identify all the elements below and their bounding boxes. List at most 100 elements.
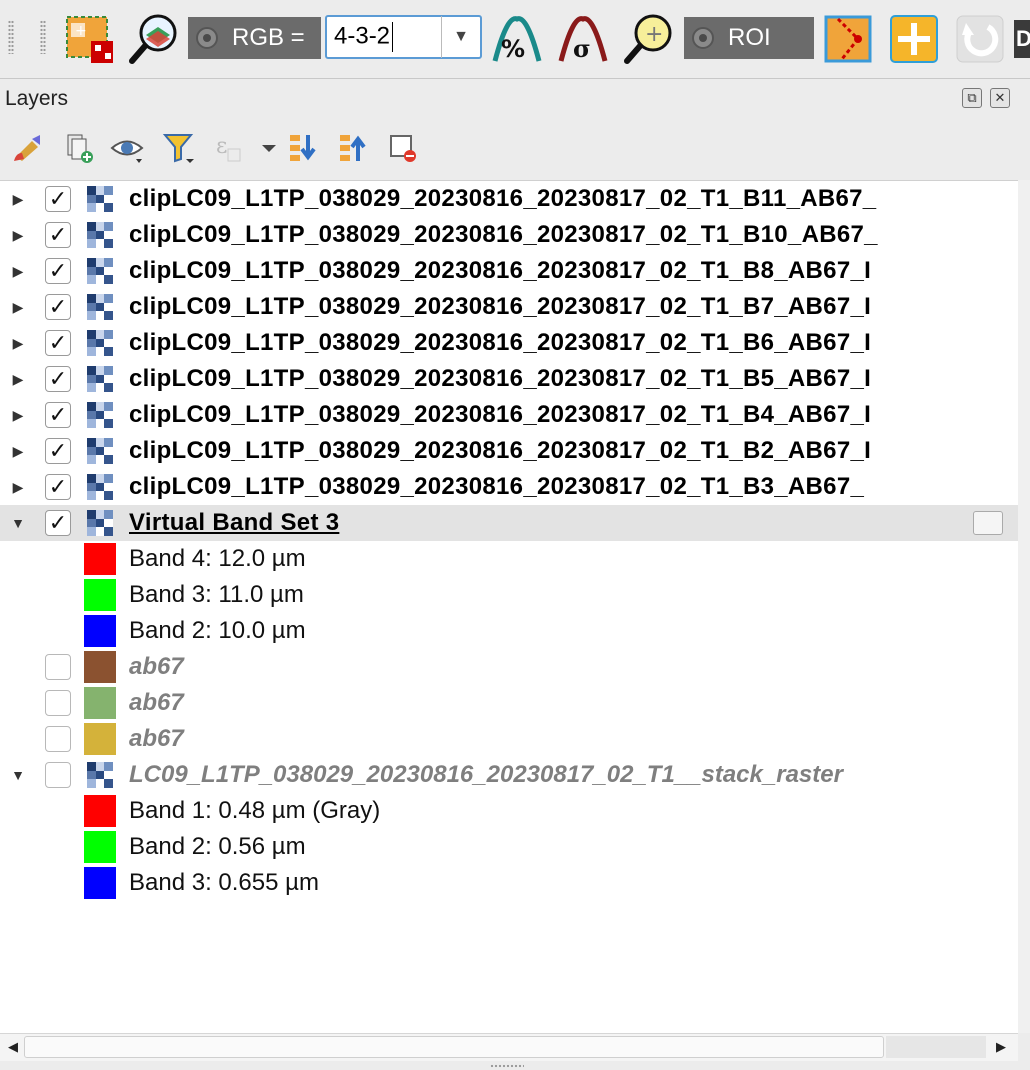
scrollbar-thumb[interactable] — [24, 1036, 884, 1058]
memory-layer-icon[interactable] — [973, 511, 1003, 535]
scrollbar-track[interactable] — [886, 1036, 986, 1058]
layer-name[interactable]: clipLC09_L1TP_038029_20230816_20230817_0… — [129, 256, 871, 286]
layer-checkbox[interactable] — [45, 654, 71, 680]
remove-layer-icon[interactable] — [386, 131, 420, 165]
rgb-combination-select[interactable]: 4-3-2 ▼ — [325, 15, 482, 59]
redo-icon[interactable] — [954, 13, 1006, 65]
layer-row[interactable]: ab67 — [0, 649, 1018, 685]
close-panel-button[interactable]: ✕ — [990, 88, 1010, 108]
chevron-down-icon[interactable]: ▼ — [442, 28, 480, 46]
layer-name[interactable]: clipLC09_L1TP_038029_20230816_20230817_0… — [129, 184, 876, 214]
filter-icon[interactable] — [162, 131, 196, 165]
rgb-toggle-button[interactable]: RGB = — [188, 17, 321, 59]
expand-all-icon[interactable] — [286, 131, 320, 165]
layer-row[interactable]: ▶ ✓ clipLC09_L1TP_038029_20230816_20230817… — [0, 217, 1018, 253]
add-icon[interactable] — [888, 13, 940, 65]
float-panel-button[interactable]: ⧉ — [962, 88, 982, 108]
toolbar-grip[interactable] — [8, 20, 14, 54]
layer-row[interactable]: ab67 — [0, 685, 1018, 721]
band-legend-item[interactable]: Band 1: 0.48 µm (Gray) — [0, 793, 1018, 829]
expand-arrow-icon[interactable]: ▶ — [9, 442, 27, 460]
layer-name[interactable]: clipLC09_L1TP_038029_20230816_20230817_0… — [129, 220, 878, 250]
layer-name[interactable]: LC09_L1TP_038029_20230816_20230817_02_T1… — [129, 760, 843, 790]
roi-toggle-button[interactable]: ROI — [684, 17, 814, 59]
layer-name[interactable]: ab67 — [129, 688, 184, 718]
zoom-layers-icon[interactable] — [128, 13, 180, 65]
layer-checkbox[interactable] — [45, 726, 71, 752]
band-legend-item[interactable]: Band 2: 0.56 µm — [0, 829, 1018, 865]
chevron-down-icon[interactable] — [252, 131, 276, 165]
percent-stretch-icon[interactable]: % — [491, 13, 543, 65]
layer-checkbox[interactable]: ✓ — [45, 222, 71, 248]
horizontal-scrollbar[interactable]: ◀ ▶ — [0, 1033, 1018, 1061]
band-legend-item[interactable]: Band 3: 11.0 µm — [0, 577, 1018, 613]
layer-row[interactable]: ▶ ✓ clipLC09_L1TP_038029_20230816_20230817… — [0, 181, 1018, 217]
rgb-value[interactable]: 4-3-2 — [334, 22, 390, 49]
toolbar-grip[interactable] — [40, 20, 46, 54]
layer-row[interactable]: ▶ ✓ clipLC09_L1TP_038029_20230816_20230817… — [0, 325, 1018, 361]
filter-expression-icon[interactable]: ε — [214, 131, 248, 165]
layer-row[interactable]: ▶ ✓ clipLC09_L1TP_038029_20230816_20230817… — [0, 469, 1018, 505]
layer-row[interactable]: ▶ ✓ clipLC09_L1TP_038029_20230816_20230817… — [0, 433, 1018, 469]
collapse-arrow-icon[interactable]: ▼ — [9, 766, 27, 784]
expand-arrow-icon[interactable]: ▶ — [9, 262, 27, 280]
layer-tree[interactable]: ▶ ✓ clipLC09_L1TP_038029_20230816_20230817… — [0, 180, 1018, 1034]
vector-color-swatch — [84, 651, 116, 683]
layer-name[interactable]: clipLC09_L1TP_038029_20230816_20230817_0… — [129, 328, 871, 358]
layer-checkbox[interactable]: ✓ — [45, 402, 71, 428]
vertical-scrollbar[interactable] — [1018, 180, 1030, 1033]
layer-name[interactable]: clipLC09_L1TP_038029_20230816_20230817_0… — [129, 400, 871, 430]
expand-arrow-icon[interactable]: ▶ — [9, 190, 27, 208]
band-legend-item[interactable]: Band 2: 10.0 µm — [0, 613, 1018, 649]
collapse-all-icon[interactable] — [336, 131, 370, 165]
layer-checkbox[interactable]: ✓ — [45, 330, 71, 356]
layer-row[interactable]: ▶ ✓ clipLC09_L1TP_038029_20230816_20230817… — [0, 397, 1018, 433]
layer-name[interactable]: ab67 — [129, 724, 184, 754]
overflow-label: D — [1016, 26, 1030, 51]
collapse-arrow-icon[interactable]: ▼ — [9, 514, 27, 532]
layer-row[interactable]: ab67 — [0, 721, 1018, 757]
layer-name[interactable]: clipLC09_L1TP_038029_20230816_20230817_0… — [129, 292, 871, 322]
band-legend-item[interactable]: Band 4: 12.0 µm — [0, 541, 1018, 577]
scroll-right-icon[interactable]: ▶ — [992, 1038, 1010, 1056]
band-color-swatch — [84, 579, 116, 611]
band-label: Band 2: 0.56 µm — [129, 833, 306, 860]
std-dev-stretch-icon[interactable]: σ — [557, 13, 609, 65]
layer-row[interactable]: ▶ ✓ clipLC09_L1TP_038029_20230816_20230817… — [0, 361, 1018, 397]
layer-checkbox[interactable] — [45, 762, 71, 788]
band-color-swatch — [84, 795, 116, 827]
layer-checkbox[interactable] — [45, 690, 71, 716]
add-group-icon[interactable] — [62, 131, 96, 165]
expand-arrow-icon[interactable]: ▶ — [9, 406, 27, 424]
layer-row-selected[interactable]: ▼ ✓ Virtual Band Set 3 — [0, 505, 1018, 541]
layer-checkbox[interactable]: ✓ — [45, 438, 71, 464]
expand-arrow-icon[interactable]: ▶ — [9, 298, 27, 316]
scroll-left-icon[interactable]: ◀ — [4, 1038, 22, 1056]
expand-arrow-icon[interactable]: ▶ — [9, 370, 27, 388]
roi-polygon-icon[interactable] — [822, 13, 874, 65]
overflow-button[interactable]: D — [1014, 20, 1030, 58]
layer-row[interactable]: ▶ ✓ clipLC09_L1TP_038029_20230816_20230817… — [0, 289, 1018, 325]
panel-resize-handle[interactable] — [490, 1064, 524, 1068]
band-set-icon[interactable]: + — [63, 13, 115, 65]
layer-row[interactable]: ▶ ✓ clipLC09_L1TP_038029_20230816_20230817… — [0, 253, 1018, 289]
layer-checkbox[interactable]: ✓ — [45, 294, 71, 320]
expand-arrow-icon[interactable]: ▶ — [9, 334, 27, 352]
band-legend-item[interactable]: Band 3: 0.655 µm — [0, 865, 1018, 901]
layer-checkbox[interactable]: ✓ — [45, 186, 71, 212]
layer-checkbox[interactable]: ✓ — [45, 366, 71, 392]
style-manager-icon[interactable] — [10, 131, 44, 165]
layer-name[interactable]: clipLC09_L1TP_038029_20230816_20230817_0… — [129, 436, 871, 466]
layer-name[interactable]: Virtual Band Set 3 — [129, 508, 339, 538]
layer-name[interactable]: clipLC09_L1TP_038029_20230816_20230817_0… — [129, 472, 864, 502]
layer-checkbox[interactable]: ✓ — [45, 474, 71, 500]
visibility-icon[interactable] — [110, 131, 144, 165]
layer-name[interactable]: ab67 — [129, 652, 184, 682]
expand-arrow-icon[interactable]: ▶ — [9, 226, 27, 244]
layer-row[interactable]: ▼ LC09_L1TP_038029_20230816_20230817_02_T… — [0, 757, 1018, 793]
layer-checkbox[interactable]: ✓ — [45, 258, 71, 284]
expand-arrow-icon[interactable]: ▶ — [9, 478, 27, 496]
zoom-roi-icon[interactable]: + — [623, 13, 675, 65]
layer-checkbox[interactable]: ✓ — [45, 510, 71, 536]
layer-name[interactable]: clipLC09_L1TP_038029_20230816_20230817_0… — [129, 364, 871, 394]
